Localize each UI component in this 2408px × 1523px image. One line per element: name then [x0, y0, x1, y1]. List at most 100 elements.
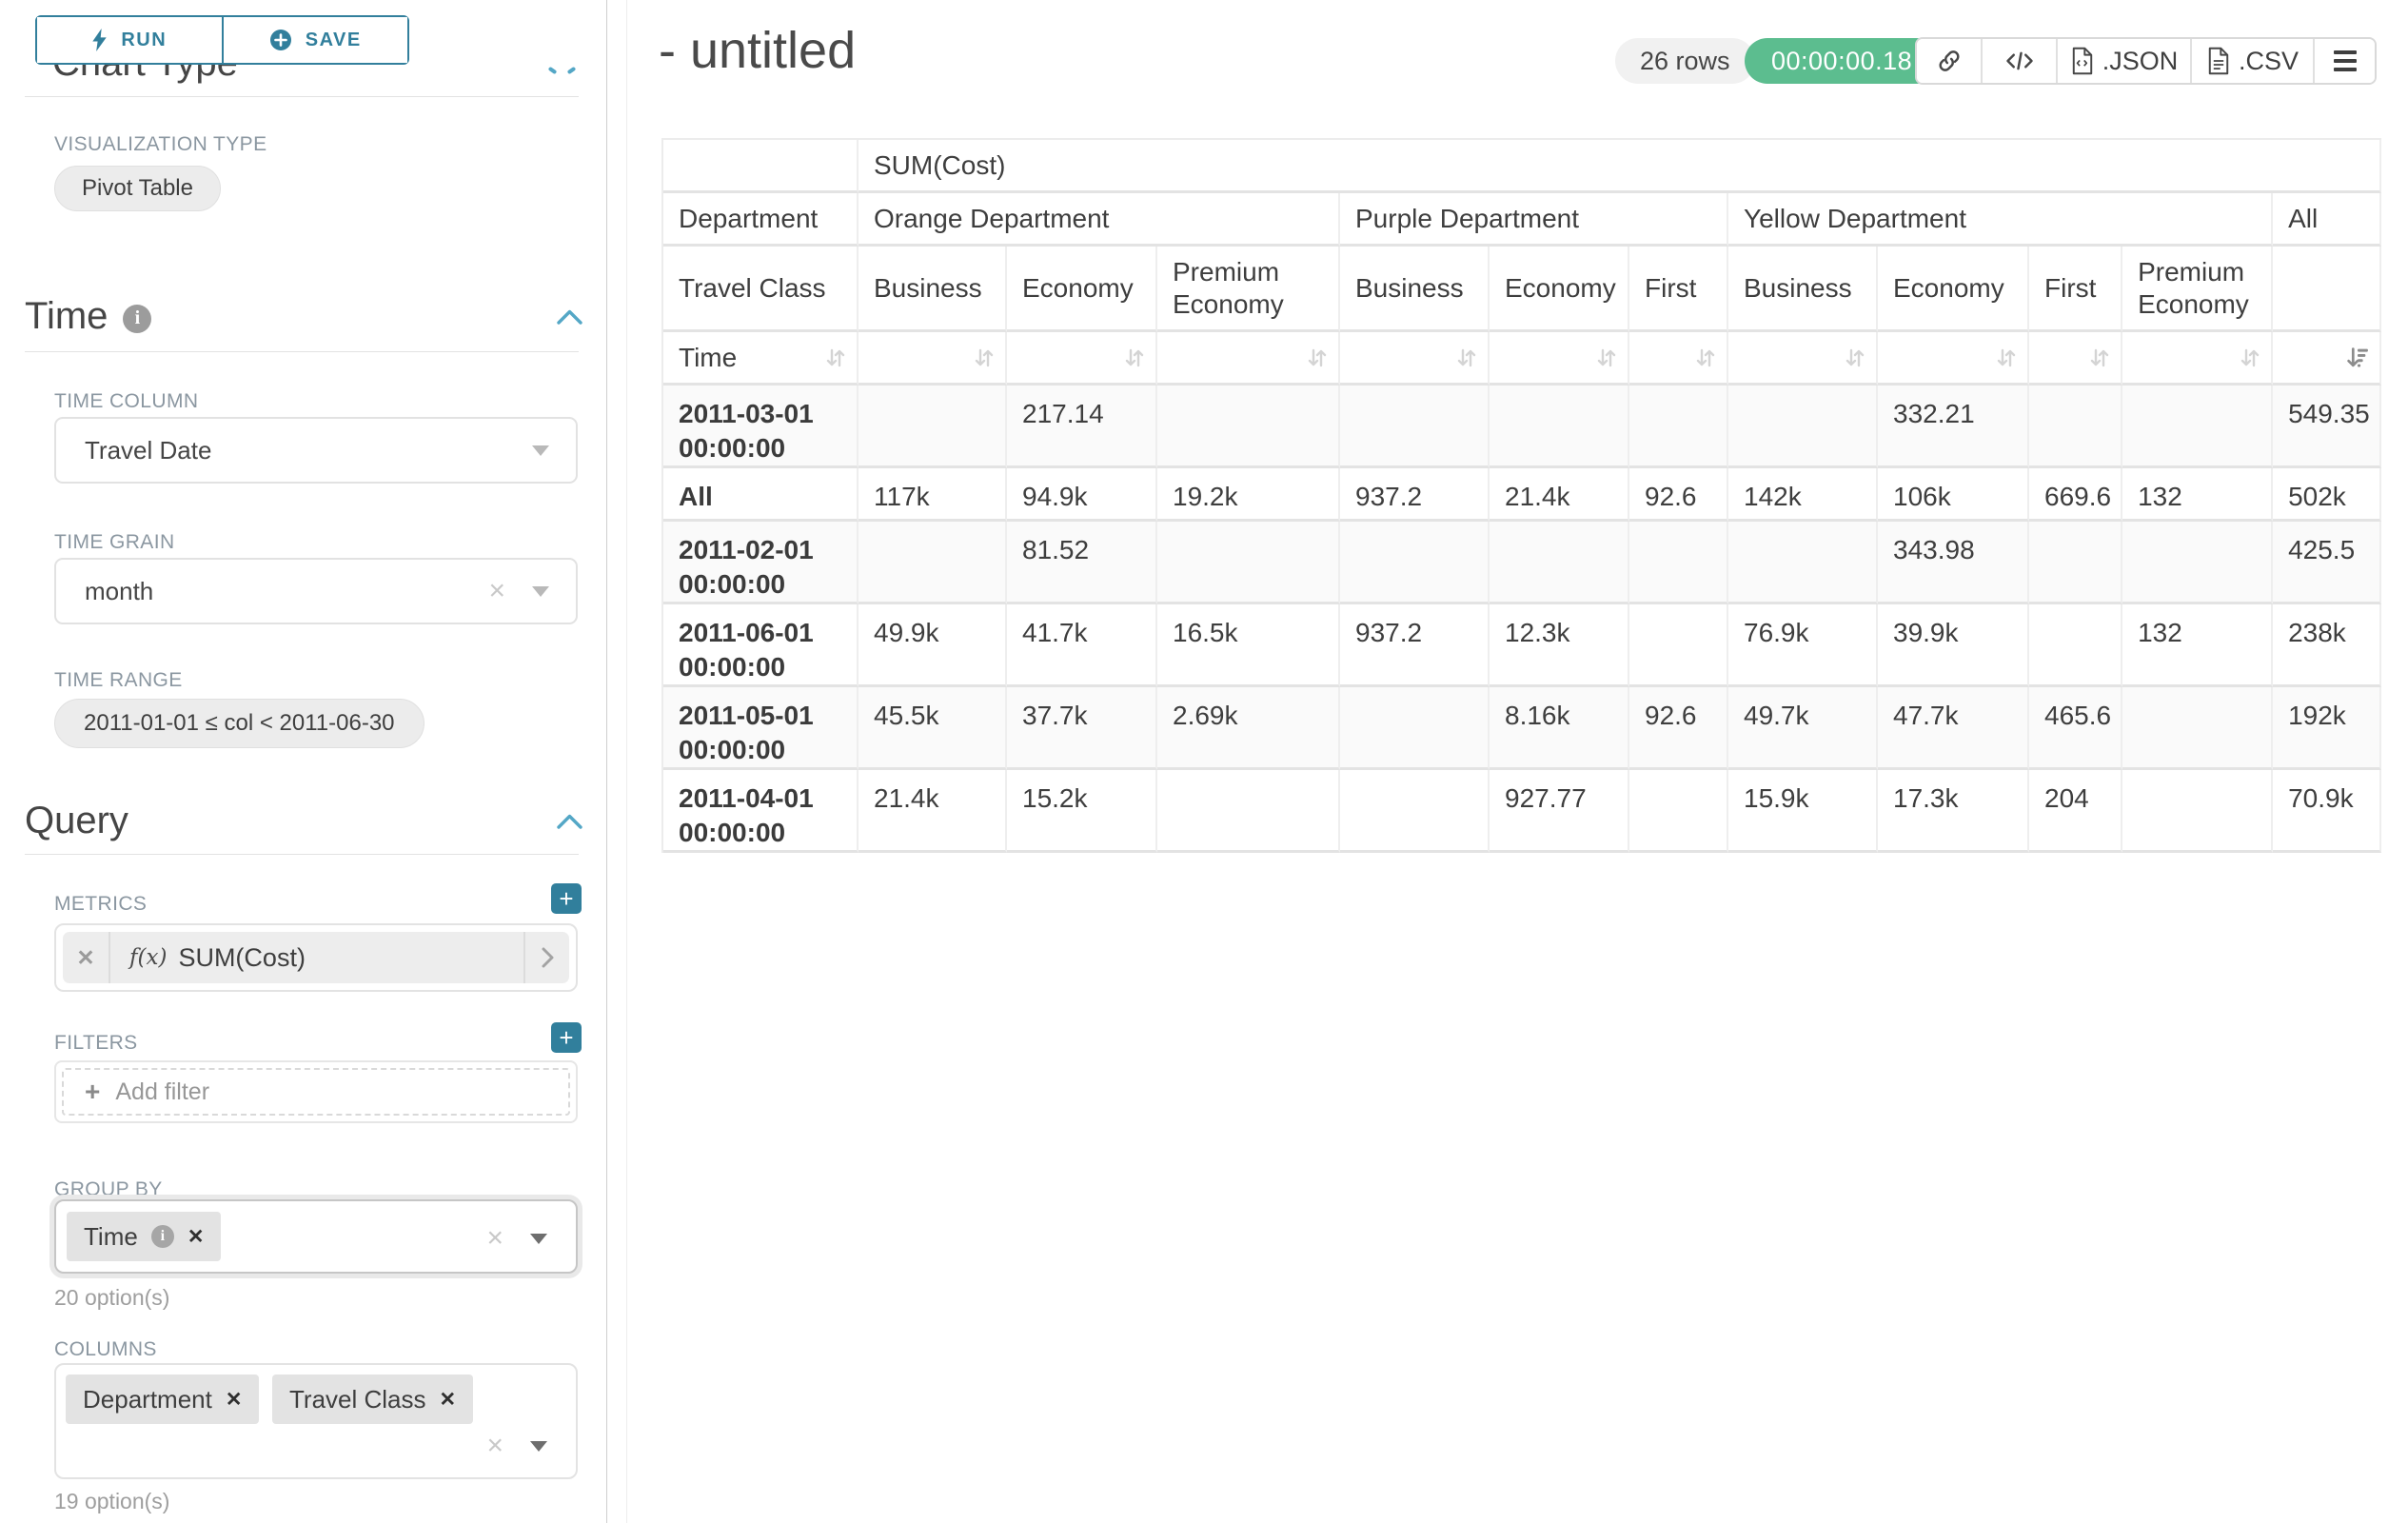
menu-icon: [2334, 50, 2357, 71]
visualization-type-pill[interactable]: Pivot Table: [54, 166, 221, 211]
sort-icon[interactable]: [1694, 346, 1717, 369]
pivot-cell: 15.2k: [1007, 770, 1157, 853]
sort-cell: [1340, 332, 1490, 386]
travel-class-header: Business: [1340, 247, 1490, 332]
sort-icon[interactable]: [1455, 346, 1478, 369]
pivot-cell: 192k: [2273, 687, 2381, 770]
sort-desc-icon[interactable]: [2346, 346, 2370, 369]
clear-icon[interactable]: ×: [486, 1224, 503, 1253]
sort-icon[interactable]: [2088, 346, 2111, 369]
pivot-cell: 502k: [2273, 468, 2381, 522]
pivot-cell: 16.5k: [1157, 604, 1340, 687]
time-section-title: Time: [25, 295, 108, 338]
pivot-cell: 94.9k: [1007, 468, 1157, 522]
pivot-cell: 238k: [2273, 604, 2381, 687]
code-icon: [2005, 49, 2034, 73]
pivot-cell: [1340, 687, 1490, 770]
metrics-container: ✕ f(x) SUM(Cost): [54, 923, 578, 992]
remove-metric-icon[interactable]: ✕: [63, 945, 109, 971]
more-options-button[interactable]: [2313, 39, 2375, 83]
function-icon: f(x): [129, 945, 167, 970]
share-link-button[interactable]: [1917, 39, 1981, 83]
time-range-pill[interactable]: 2011-01-01 ≤ col < 2011-06-30: [54, 699, 424, 748]
remove-tag-icon[interactable]: ✕: [226, 1388, 243, 1412]
remove-tag-icon[interactable]: ✕: [188, 1225, 205, 1249]
pivot-cell: [1629, 604, 1728, 687]
pivot-cell: [1629, 770, 1728, 853]
pivot-cell: 217.14: [1007, 386, 1157, 468]
group-by-options-hint: 20 option(s): [54, 1285, 169, 1311]
lightning-bolt-icon: [91, 29, 108, 51]
collapse-chevron-icon[interactable]: [557, 814, 582, 829]
col-dimension-header: Department: [663, 193, 859, 247]
group-by-select[interactable]: Time i ✕ ×: [54, 1199, 578, 1274]
json-label: .JSON: [2102, 47, 2179, 76]
pivot-cell: 21.4k: [859, 770, 1007, 853]
chart-title[interactable]: - untitled: [659, 21, 856, 80]
chart-type-chevron-clipped: [567, 67, 577, 74]
columns-tag[interactable]: Department ✕: [66, 1375, 259, 1424]
columns-label: COLUMNS: [54, 1338, 157, 1361]
run-button[interactable]: RUN: [37, 17, 222, 63]
pivot-cell: 142k: [1728, 468, 1878, 522]
pivot-cell: [2122, 687, 2273, 770]
pivot-cell: 8.16k: [1490, 687, 1629, 770]
add-metric-button[interactable]: +: [551, 883, 582, 914]
pivot-cell: 549.35: [2273, 386, 2381, 468]
pivot-cell: 76.9k: [1728, 604, 1878, 687]
clear-icon[interactable]: ×: [488, 577, 505, 605]
pivot-cell: 937.2: [1340, 604, 1490, 687]
pivot-cell: 81.52: [1007, 522, 1157, 604]
sort-cell: [1629, 332, 1728, 386]
sort-cell: [1157, 332, 1340, 386]
sort-icon[interactable]: [1995, 346, 2018, 369]
pivot-cell: 19.2k: [1157, 468, 1340, 522]
chevron-down-icon[interactable]: [532, 586, 549, 597]
metrics-label: METRICS: [54, 893, 147, 916]
export-json-button[interactable]: .JSON: [2056, 39, 2190, 83]
add-filter-button[interactable]: +: [551, 1022, 582, 1053]
metric-pill[interactable]: ✕ f(x) SUM(Cost): [63, 932, 569, 983]
table-row: SUM(Cost): [663, 140, 2381, 193]
view-query-button[interactable]: [1981, 39, 2056, 83]
info-icon: i: [151, 1225, 174, 1248]
travel-class-header: First: [1629, 247, 1728, 332]
chevron-right-icon[interactable]: [525, 947, 569, 968]
sort-icon[interactable]: [1844, 346, 1866, 369]
remove-tag-icon[interactable]: ✕: [440, 1388, 457, 1412]
clear-icon[interactable]: ×: [486, 1432, 503, 1460]
sort-icon[interactable]: [824, 346, 847, 369]
columns-tag[interactable]: Travel Class ✕: [272, 1375, 473, 1424]
sort-icon[interactable]: [973, 346, 996, 369]
run-save-button-group: RUN SAVE: [35, 15, 409, 65]
sort-icon[interactable]: [1595, 346, 1618, 369]
sort-icon[interactable]: [2239, 346, 2261, 369]
sort-icon[interactable]: [1306, 346, 1329, 369]
sort-cell: [1007, 332, 1157, 386]
columns-select[interactable]: Department ✕ Travel Class ✕ ×: [54, 1363, 578, 1479]
chevron-down-icon[interactable]: [532, 445, 549, 456]
group-by-tag[interactable]: Time i ✕: [67, 1212, 221, 1261]
pivot-cell: 45.5k: [859, 687, 1007, 770]
department-group-header: Yellow Department: [1728, 193, 2273, 247]
time-grain-value: month: [85, 577, 153, 606]
sort-icon[interactable]: [1123, 346, 1146, 369]
time-grain-select[interactable]: month ×: [54, 558, 578, 624]
tag-label: Travel Class: [289, 1385, 426, 1414]
collapse-chevron-icon[interactable]: [557, 309, 582, 325]
chevron-down-icon[interactable]: [530, 1441, 547, 1452]
save-button[interactable]: SAVE: [222, 17, 408, 63]
chevron-down-icon[interactable]: [530, 1234, 547, 1244]
pivot-cell: [1157, 770, 1340, 853]
pivot-cell: 21.4k: [1490, 468, 1629, 522]
add-filter-dropzone[interactable]: + Add filter: [62, 1068, 570, 1116]
table-row: All117k94.9k19.2k937.221.4k92.6142k106k6…: [663, 468, 2381, 522]
time-column-select[interactable]: Travel Date: [54, 417, 578, 484]
pivot-cell: 92.6: [1629, 687, 1728, 770]
plus-icon: +: [85, 1077, 100, 1107]
sort-cell: [1878, 332, 2029, 386]
export-csv-button[interactable]: .CSV: [2190, 39, 2313, 83]
travel-class-header: Business: [1728, 247, 1878, 332]
metric-name: SUM(Cost): [178, 943, 306, 973]
table-row: 2011-05-01 00:00:0045.5k37.7k2.69k8.16k9…: [663, 687, 2381, 770]
